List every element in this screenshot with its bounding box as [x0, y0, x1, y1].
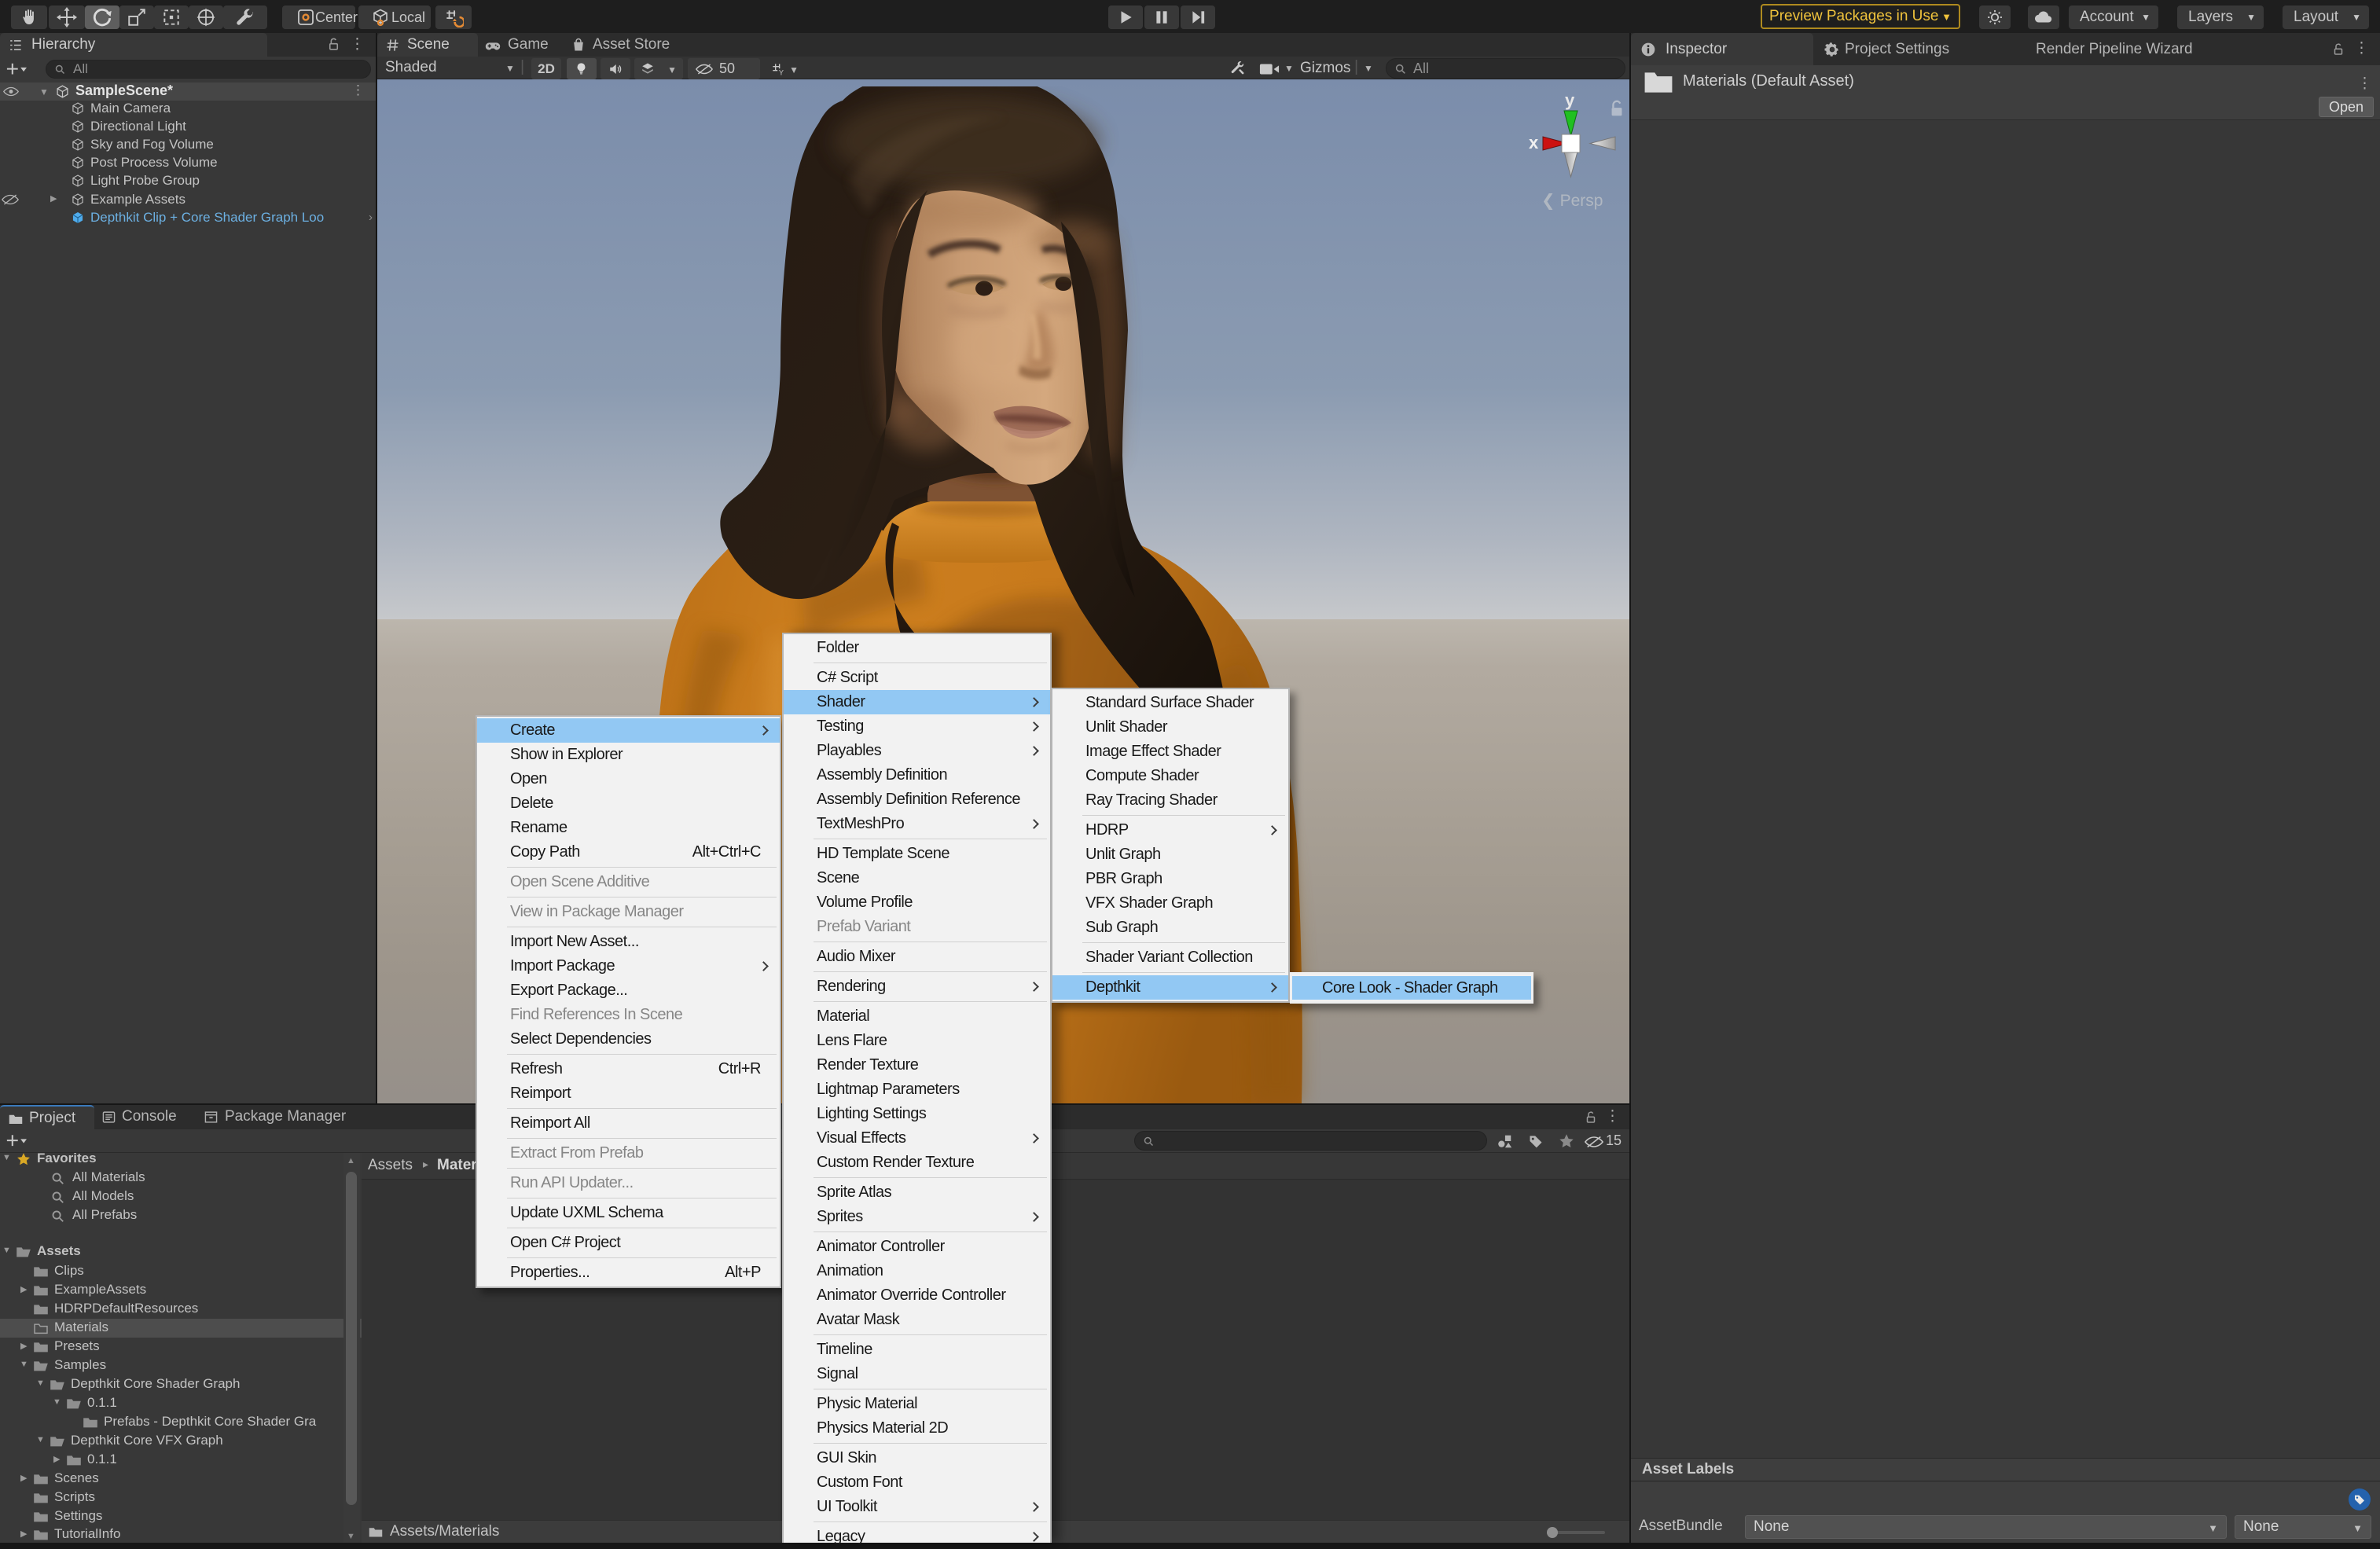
svg-text:x: x: [1529, 133, 1539, 152]
svg-text:Y: Y: [779, 69, 784, 77]
svg-text:y: y: [1565, 90, 1575, 110]
